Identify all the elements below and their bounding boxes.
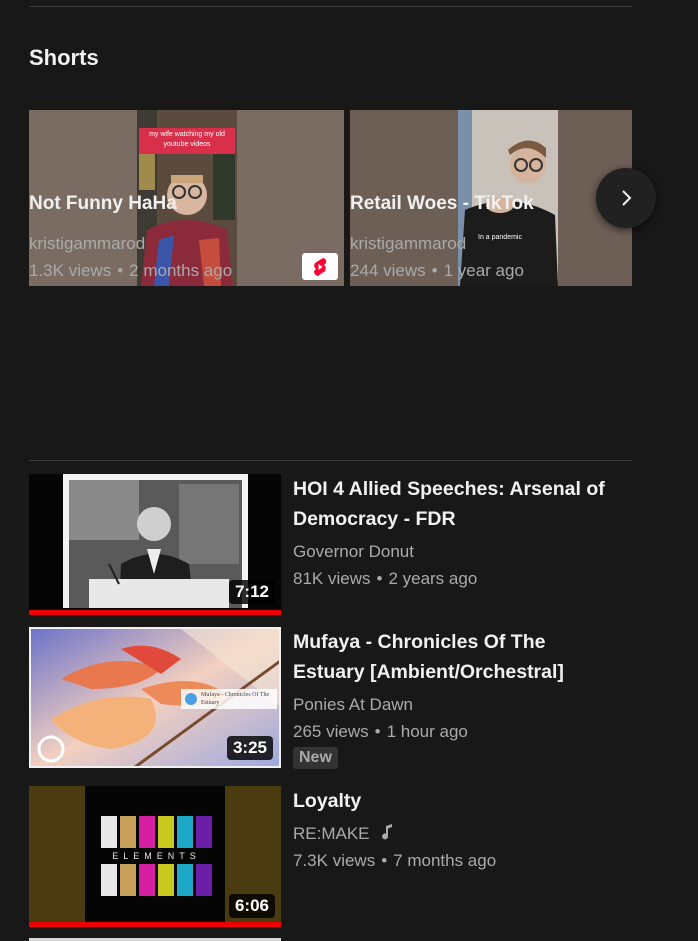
video-item[interactable]: 7:12 HOI 4 Allied Speeches: Arsenal of D…	[29, 474, 629, 615]
short-views: 1.3K views	[29, 261, 112, 280]
video-channel[interactable]: Ponies At Dawn	[293, 695, 413, 715]
short-title[interactable]: Not Funny HaHa	[29, 193, 177, 215]
video-views: 265 views	[293, 722, 369, 741]
chevron-right-icon	[622, 190, 632, 206]
video-item[interactable]: Mufaya - Chronicles Of The Estuary 3:25 …	[29, 627, 629, 769]
short-age: 1 year ago	[443, 261, 524, 280]
short-caption: my wife watching my old youtube videos	[149, 131, 225, 148]
video-thumbnail[interactable]: ELEMENTS 6:06	[29, 786, 281, 927]
video-views: 81K views	[293, 569, 371, 588]
shorts-heading: Shorts	[29, 45, 99, 70]
watch-progress-bar	[29, 922, 281, 927]
new-badge: New	[293, 747, 338, 769]
video-meta: 265 views • 1 hour ago	[293, 722, 468, 742]
video-meta: 7.3K views • 7 months ago	[293, 851, 496, 871]
short-channel[interactable]: kristigammarod	[350, 234, 466, 254]
channel-name: RE:MAKE	[293, 824, 370, 843]
thumbnail-text: ELEMENTS	[112, 851, 201, 861]
video-thumbnail[interactable]: Mufaya - Chronicles Of The Estuary 3:25	[29, 627, 281, 768]
video-views: 7.3K views	[293, 851, 376, 870]
video-age: 1 hour ago	[386, 722, 468, 741]
shorts-next-button[interactable]	[596, 168, 656, 228]
short-channel[interactable]: kristigammarod	[29, 234, 145, 254]
shorts-logo-icon	[302, 253, 338, 280]
short-meta: 244 views • 1 year ago	[350, 261, 524, 281]
separator-dot: •	[431, 261, 438, 280]
video-title[interactable]: Mufaya - Chronicles Of The Estuary [Ambi…	[293, 627, 613, 687]
short-views: 244 views	[350, 261, 426, 280]
short-age: 2 months ago	[129, 261, 233, 280]
video-age: 2 years ago	[388, 569, 478, 588]
video-title[interactable]: Loyalty	[293, 786, 613, 816]
video-item[interactable]: ELEMENTS 6:06 Loyalty RE:MAKE 7.3K views…	[29, 786, 629, 927]
separator-dot: •	[117, 261, 124, 280]
separator-dot: •	[376, 569, 383, 588]
music-note-icon	[382, 824, 393, 840]
video-age: 7 months ago	[393, 851, 497, 870]
thumbnail-caption: Mufaya - Chronicles Of The Estuary	[201, 692, 270, 706]
video-channel[interactable]: Governor Donut	[293, 542, 414, 562]
video-channel[interactable]: RE:MAKE	[293, 824, 394, 844]
video-duration: 3:25	[226, 736, 273, 760]
video-thumbnail[interactable]: 7:12	[29, 474, 281, 615]
separator-dot: •	[374, 722, 381, 741]
divider	[29, 460, 632, 461]
video-duration: 7:12	[228, 580, 275, 604]
watch-progress-bar	[29, 610, 281, 615]
video-meta: 81K views • 2 years ago	[293, 569, 477, 589]
separator-dot: •	[381, 851, 388, 870]
short-title[interactable]: Retail Woes - TikTok	[350, 193, 534, 215]
divider	[29, 6, 632, 7]
watch-sidebar: Shorts my wife watching my old youtube v…	[0, 0, 698, 941]
short-caption: In a pandemic	[478, 234, 522, 241]
video-duration: 6:06	[228, 894, 275, 918]
short-meta: 1.3K views • 2 months ago	[29, 261, 232, 281]
video-title[interactable]: HOI 4 Allied Speeches: Arsenal of Democr…	[293, 474, 613, 534]
